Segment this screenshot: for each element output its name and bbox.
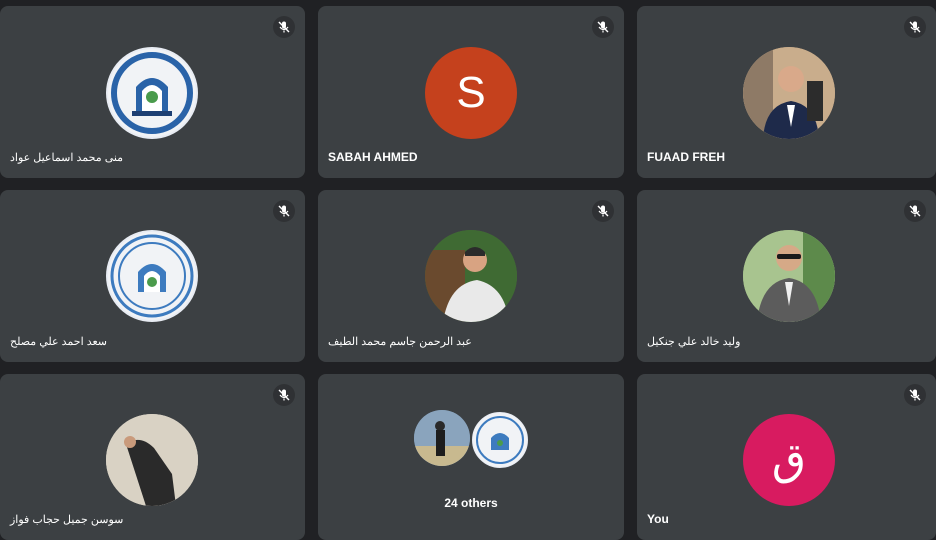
others-logo-avatar <box>470 410 530 470</box>
participant-tile[interactable]: FUAAD FREH <box>637 6 936 178</box>
participant-name: SABAH AHMED <box>328 150 418 164</box>
logo-icon <box>473 413 527 467</box>
university-logo-avatar <box>106 230 198 322</box>
muted-mic-icon <box>904 16 926 38</box>
others-tile[interactable]: 24 others <box>318 374 624 540</box>
participant-tile[interactable]: عبد الرحمن جاسم محمد الطيف <box>318 190 624 362</box>
muted-mic-icon <box>273 384 295 406</box>
muted-mic-icon <box>273 200 295 222</box>
muted-mic-icon <box>592 200 614 222</box>
participant-tile-self[interactable]: ق You <box>637 374 936 540</box>
others-photo-avatar <box>414 410 470 466</box>
participant-name: سوسن جميل حجاب فواز <box>10 514 124 526</box>
participant-name: منى محمد اسماعيل عواد <box>10 152 124 164</box>
participant-tile[interactable]: سوسن جميل حجاب فواز <box>0 374 305 540</box>
photo-avatar <box>425 230 517 322</box>
participant-name: FUAAD FREH <box>647 150 725 164</box>
photo-avatar <box>743 230 835 322</box>
muted-mic-icon <box>904 200 926 222</box>
others-count-label: 24 others <box>444 496 498 510</box>
muted-mic-icon <box>592 16 614 38</box>
participant-tile[interactable]: منى محمد اسماعيل عواد <box>0 6 305 178</box>
letter-avatar: S <box>425 47 517 139</box>
person-photo-icon <box>425 230 517 322</box>
participant-name: سعد احمد علي مصلح <box>10 336 108 348</box>
person-photo-icon <box>743 47 835 139</box>
avatar-letter: ق <box>771 435 807 484</box>
participant-tile[interactable]: وليد خالد علي جنكيل <box>637 190 936 362</box>
photo-avatar <box>106 414 198 506</box>
participant-tile[interactable]: S SABAH AHMED <box>318 6 624 178</box>
university-logo-avatar <box>106 47 198 139</box>
photo-avatar <box>743 47 835 139</box>
participant-name: وليد خالد علي جنكيل <box>647 336 741 348</box>
logo-icon <box>108 232 196 320</box>
participant-tile[interactable]: سعد احمد علي مصلح <box>0 190 305 362</box>
letter-avatar: ق <box>743 414 835 506</box>
participant-name: You <box>647 512 669 526</box>
avatar-letter: S <box>456 68 486 117</box>
logo-icon <box>108 49 196 137</box>
muted-mic-icon <box>273 16 295 38</box>
person-photo-icon <box>743 230 835 322</box>
participant-name: عبد الرحمن جاسم محمد الطيف <box>328 336 472 348</box>
muted-mic-icon <box>904 384 926 406</box>
person-photo-icon <box>106 414 198 506</box>
person-photo-icon <box>414 410 470 466</box>
